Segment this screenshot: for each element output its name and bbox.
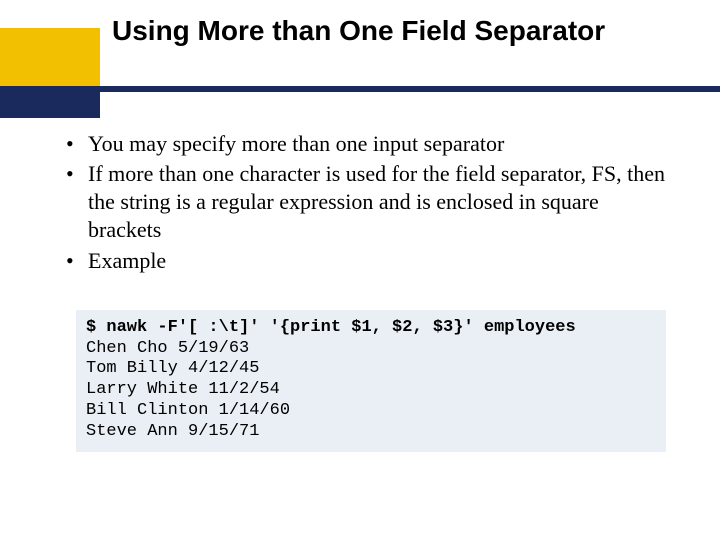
header-rule-navy bbox=[0, 86, 720, 92]
code-output-line: Bill Clinton 1/14/60 bbox=[86, 401, 290, 420]
code-output-line: Steve Ann 9/15/71 bbox=[86, 422, 259, 441]
slide-title: Using More than One Field Separator bbox=[112, 14, 672, 48]
code-example: $ nawk -F'[ :\t]' '{print $1, $2, $3}' e… bbox=[76, 310, 666, 452]
header-accent-yellow bbox=[0, 28, 100, 86]
code-command: $ nawk -F'[ :\t]' '{print $1, $2, $3}' e… bbox=[86, 318, 576, 337]
header-accent-navy bbox=[0, 92, 100, 118]
code-output-line: Tom Billy 4/12/45 bbox=[86, 359, 259, 378]
slide: Using More than One Field Separator You … bbox=[0, 0, 720, 540]
slide-body: You may specify more than one input sepa… bbox=[60, 130, 670, 277]
bullet-item: Example bbox=[60, 247, 670, 275]
code-output-line: Chen Cho 5/19/63 bbox=[86, 339, 249, 358]
bullet-list: You may specify more than one input sepa… bbox=[60, 130, 670, 275]
code-output-line: Larry White 11/2/54 bbox=[86, 380, 280, 399]
bullet-item: If more than one character is used for t… bbox=[60, 160, 670, 244]
bullet-item: You may specify more than one input sepa… bbox=[60, 130, 670, 158]
